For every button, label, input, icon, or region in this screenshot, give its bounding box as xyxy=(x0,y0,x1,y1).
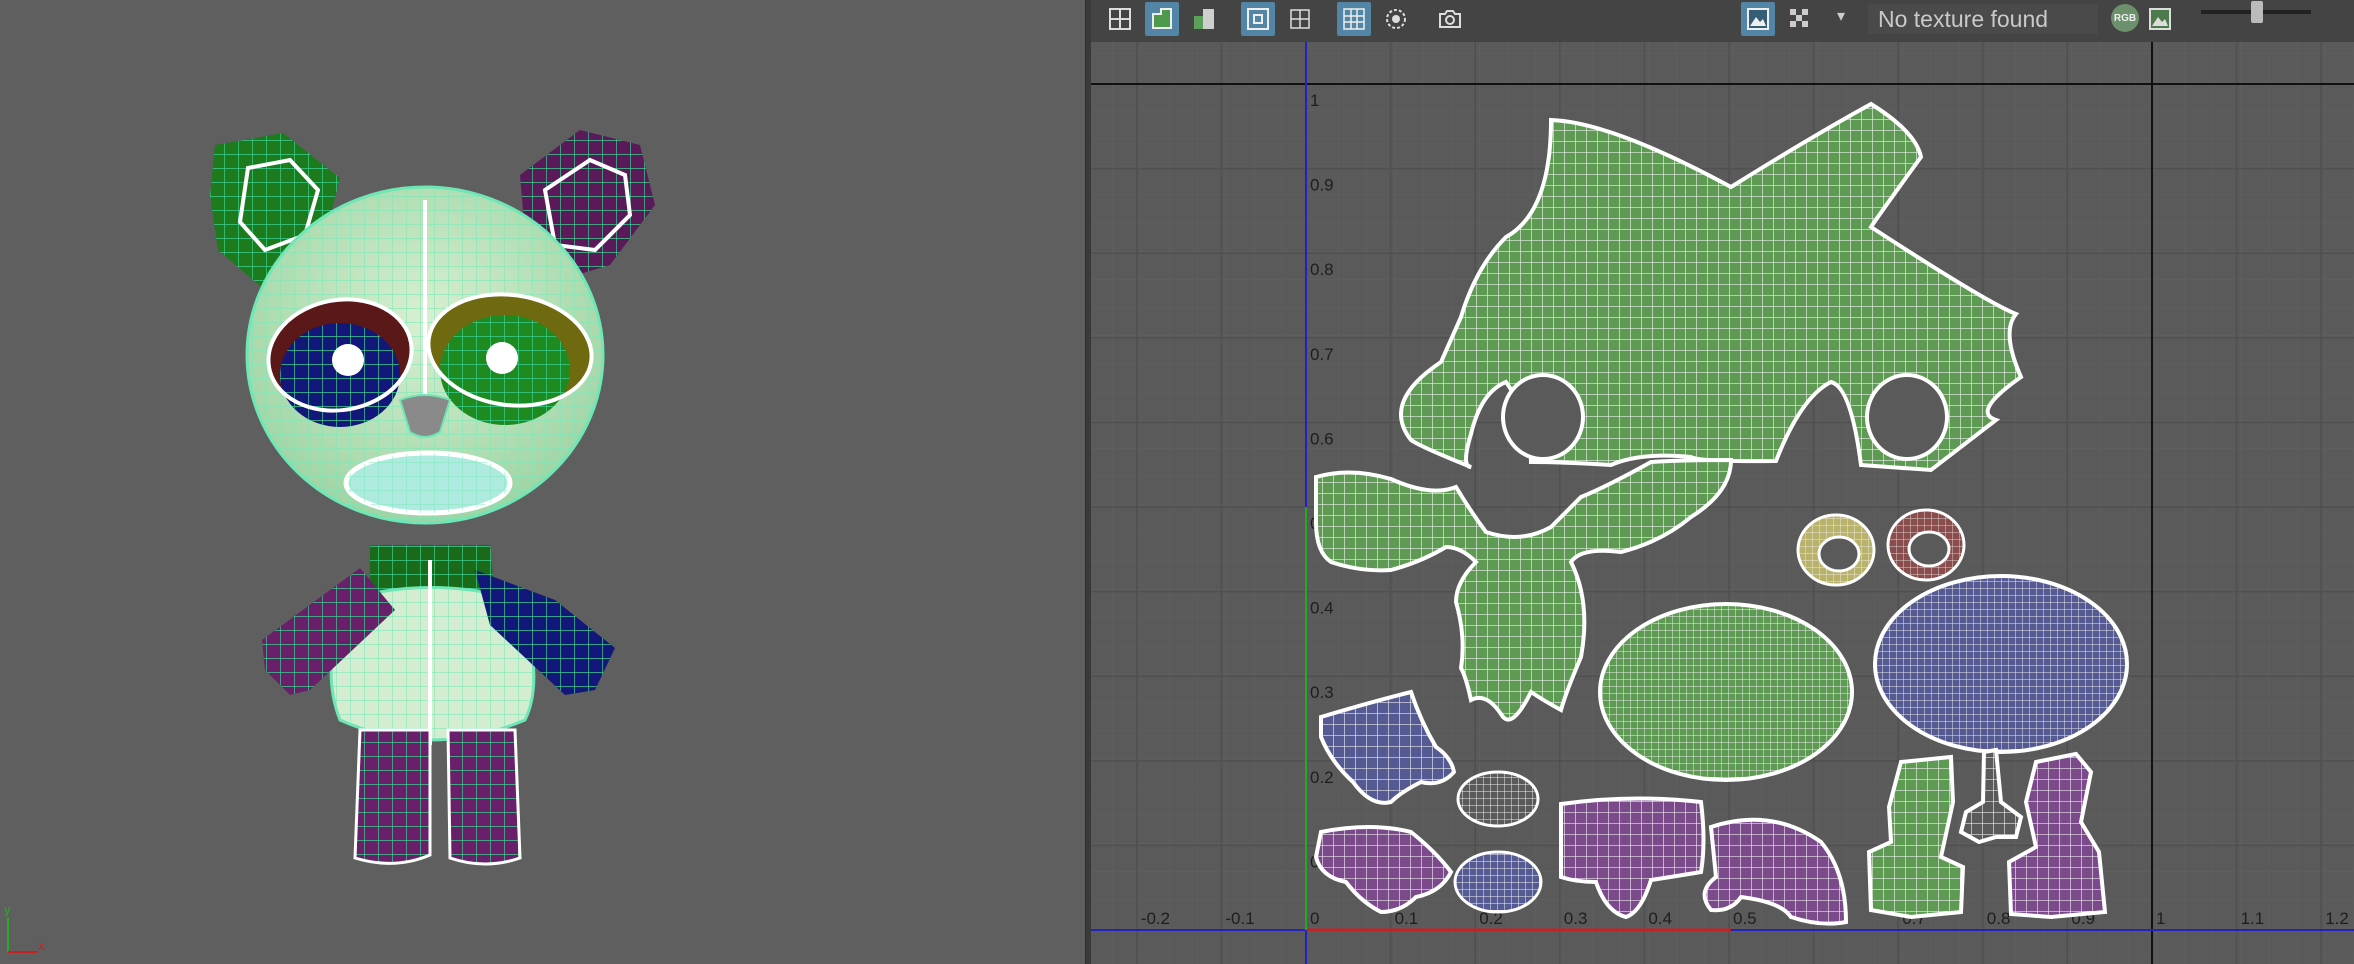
panda-model[interactable] xyxy=(0,0,1085,964)
uv-image-icon[interactable] xyxy=(1741,2,1775,36)
tick-label-u: 0.8 xyxy=(1987,909,2011,928)
uv-shell-mouth[interactable] xyxy=(1453,850,1543,914)
uv-shell-icon[interactable] xyxy=(1145,2,1179,36)
tick-label-u: 1 xyxy=(2156,909,2165,928)
uv-pixel-snap-icon[interactable] xyxy=(1283,2,1317,36)
uv-snapshot-icon[interactable] xyxy=(1433,2,1467,36)
uv-exposure-icon[interactable] xyxy=(2143,2,2177,36)
tick-label-u: -0.1 xyxy=(1225,909,1254,928)
uv-editor: ▾ No texture found RGB -0.2 -0.1 0 0.1 0.2 0.… xyxy=(1091,0,2354,964)
exposure-slider[interactable] xyxy=(2201,1,2311,23)
tick-label-u: 0 xyxy=(1310,909,1319,928)
uv-shade-icon[interactable] xyxy=(1187,2,1221,36)
texture-selector[interactable]: No texture found xyxy=(1868,4,2098,34)
uv-shell-nose[interactable] xyxy=(1456,770,1540,828)
uv-shell-eye-ring-left[interactable] xyxy=(1796,513,1876,587)
tick-label-v: 0.9 xyxy=(1310,176,1334,195)
uv-grid-icon[interactable] xyxy=(1103,2,1137,36)
tick-label-u: 0.1 xyxy=(1395,909,1419,928)
tick-label-v: 0.3 xyxy=(1310,683,1334,702)
tick-label-u: 0.3 xyxy=(1564,909,1588,928)
tick-label-u: 0.5 xyxy=(1733,909,1757,928)
tick-label-v: 0.2 xyxy=(1310,768,1334,787)
axis-y-label: y xyxy=(4,902,11,917)
uv-checker-icon[interactable] xyxy=(1783,2,1817,36)
tick-label-u: 0.4 xyxy=(1648,909,1672,928)
tick-label-v: 0.7 xyxy=(1310,345,1334,364)
mouth xyxy=(343,450,513,516)
uv-display-grid-icon[interactable] xyxy=(1241,2,1275,36)
tick-label-v: 0.4 xyxy=(1310,599,1334,618)
exposure-slider-thumb[interactable] xyxy=(2251,1,2263,23)
axis-x-label: x xyxy=(38,938,45,953)
uv-distortion-icon[interactable] xyxy=(1379,2,1413,36)
texture-dropdown-arrow-icon[interactable]: ▾ xyxy=(1837,6,1845,26)
uv-canvas[interactable]: -0.2 -0.1 0 0.1 0.2 0.3 0.4 0.5 0.6 0.7 0.8 0.9 1 1.1… xyxy=(1091,42,2354,964)
uv-shell-eye-ring-right[interactable] xyxy=(1886,508,1966,582)
tick-label-u: -0.2 xyxy=(1141,909,1170,928)
uv-shell-back[interactable] xyxy=(1873,574,2129,754)
tick-label-v: 0.8 xyxy=(1310,260,1334,279)
tick-label-u: 1.1 xyxy=(2241,909,2265,928)
axis-gizmo-icon: y x xyxy=(4,902,45,953)
tick-label-u: 1.2 xyxy=(2325,909,2349,928)
viewport-3d[interactable]: y x xyxy=(0,0,1085,964)
tick-label-v: 1 xyxy=(1310,91,1319,110)
uv-checker-grid-icon[interactable] xyxy=(1337,2,1371,36)
rgb-channel-button[interactable]: RGB xyxy=(2111,4,2139,32)
uv-toolbar: ▾ No texture found RGB xyxy=(1091,0,2354,43)
uv-shell-belly[interactable] xyxy=(1598,602,1854,782)
legs xyxy=(353,728,522,866)
tick-label-v: 0.6 xyxy=(1310,429,1334,448)
